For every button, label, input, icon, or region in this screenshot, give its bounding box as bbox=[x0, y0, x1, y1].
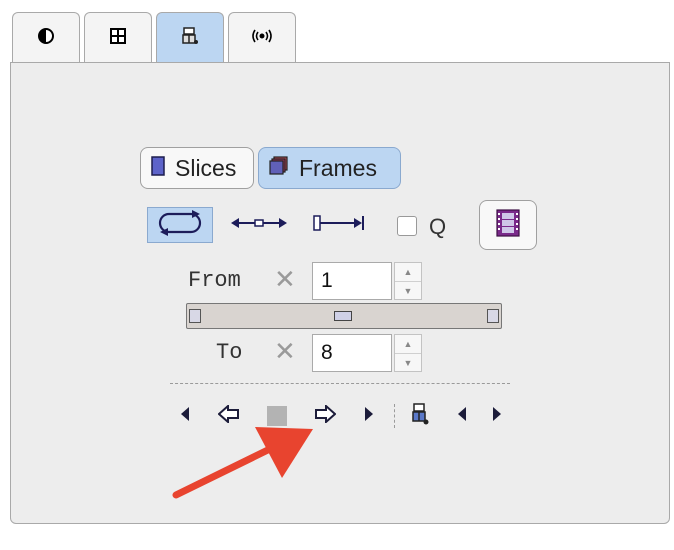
frames-label: Frames bbox=[299, 154, 377, 181]
contrast-icon bbox=[37, 27, 55, 50]
stop-icon bbox=[267, 406, 287, 426]
movie-export-button[interactable] bbox=[479, 200, 537, 250]
triangle-right-icon bbox=[491, 406, 503, 427]
triangle-left-icon bbox=[456, 406, 468, 427]
grid-layout-icon bbox=[109, 27, 127, 50]
step-back-button[interactable] bbox=[172, 403, 198, 429]
frames-button[interactable]: Frames bbox=[258, 147, 401, 189]
frames-icon bbox=[269, 155, 289, 182]
to-stepper[interactable]: ▲ ▼ bbox=[394, 334, 422, 372]
step-forward-icon bbox=[363, 406, 375, 427]
play-forward-icon bbox=[314, 403, 337, 428]
q-label: Q bbox=[429, 214, 447, 239]
step-forward-button[interactable] bbox=[356, 403, 382, 429]
tab-layout[interactable] bbox=[84, 12, 152, 64]
cine-tool-icon bbox=[410, 402, 430, 431]
to-label: To bbox=[216, 340, 243, 365]
control-separator bbox=[394, 404, 395, 428]
next-button[interactable] bbox=[484, 403, 510, 429]
tab-signal[interactable] bbox=[228, 12, 296, 64]
tab-cine[interactable] bbox=[156, 12, 224, 64]
stepper-up-icon[interactable]: ▲ bbox=[395, 263, 421, 282]
signal-icon bbox=[251, 27, 273, 50]
stepper-up-icon[interactable]: ▲ bbox=[395, 335, 421, 354]
range-start-handle[interactable] bbox=[189, 309, 201, 323]
film-strip-icon bbox=[496, 208, 520, 242]
from-label: From bbox=[188, 268, 241, 293]
to-field[interactable] bbox=[312, 334, 392, 372]
slices-icon bbox=[151, 155, 165, 182]
play-backward-icon bbox=[217, 403, 240, 428]
range-end-handle[interactable] bbox=[487, 309, 499, 323]
bounce-arrows-icon bbox=[231, 215, 287, 236]
q-checkbox[interactable] bbox=[395, 214, 419, 238]
separator bbox=[170, 383, 510, 384]
cine-tool-icon bbox=[180, 26, 200, 51]
tab-contrast[interactable] bbox=[12, 12, 80, 64]
cine-tool-button[interactable] bbox=[407, 402, 433, 431]
loop-mode-button[interactable] bbox=[147, 207, 213, 243]
single-pass-icon bbox=[312, 214, 366, 237]
step-back-icon bbox=[179, 406, 191, 427]
clear-from-icon[interactable]: ✕ bbox=[274, 264, 296, 295]
play-backward-button[interactable] bbox=[216, 403, 242, 429]
frame-range-slider[interactable] bbox=[186, 303, 502, 329]
stepper-down-icon[interactable]: ▼ bbox=[395, 354, 421, 372]
previous-button[interactable] bbox=[449, 403, 475, 429]
single-pass-mode-button[interactable] bbox=[311, 212, 367, 238]
bounce-mode-button[interactable] bbox=[230, 212, 288, 238]
stepper-down-icon[interactable]: ▼ bbox=[395, 282, 421, 300]
clear-to-icon[interactable]: ✕ bbox=[274, 336, 296, 367]
range-center-handle[interactable] bbox=[334, 311, 352, 321]
from-stepper[interactable]: ▲ ▼ bbox=[394, 262, 422, 300]
play-forward-button[interactable] bbox=[312, 403, 338, 429]
from-field[interactable] bbox=[312, 262, 392, 300]
checkbox-icon bbox=[397, 216, 417, 236]
slices-button[interactable]: Slices bbox=[140, 147, 254, 189]
slices-label: Slices bbox=[175, 154, 237, 181]
loop-icon bbox=[152, 209, 208, 241]
stop-button[interactable] bbox=[264, 403, 290, 429]
